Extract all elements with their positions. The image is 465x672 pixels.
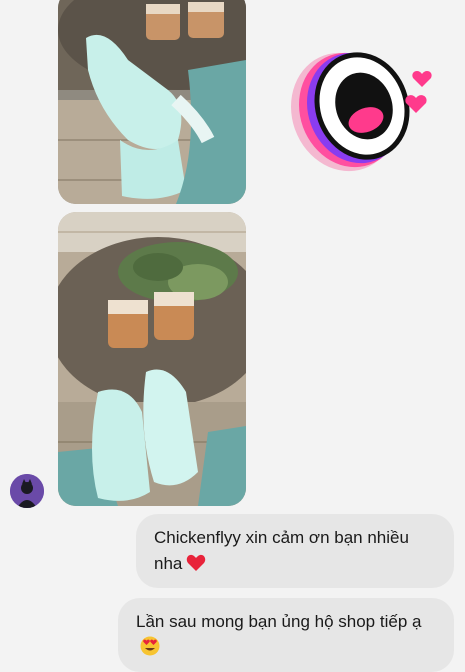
red-heart-icon <box>186 554 206 580</box>
shouting-mouth-sticker[interactable] <box>284 40 434 180</box>
photo-image <box>58 0 246 204</box>
sender-avatar[interactable] <box>10 474 44 508</box>
avatar-image <box>10 474 44 508</box>
photo-image <box>58 212 246 506</box>
message-bubble[interactable]: Lần sau mong bạn ủng hộ shop tiếp ạ <box>118 598 454 672</box>
heart-eyes-face-icon <box>140 636 160 664</box>
shared-photo-sneakers-top[interactable] <box>58 0 246 204</box>
shared-photo-sneakers-coffee[interactable] <box>58 212 246 506</box>
message-text: Lần sau mong bạn ủng hộ shop tiếp ạ <box>136 612 422 631</box>
shouting-mouth-icon <box>291 52 432 172</box>
message-bubble[interactable]: Chickenflyy xin cảm ơn bạn nhiều nha <box>136 514 454 588</box>
